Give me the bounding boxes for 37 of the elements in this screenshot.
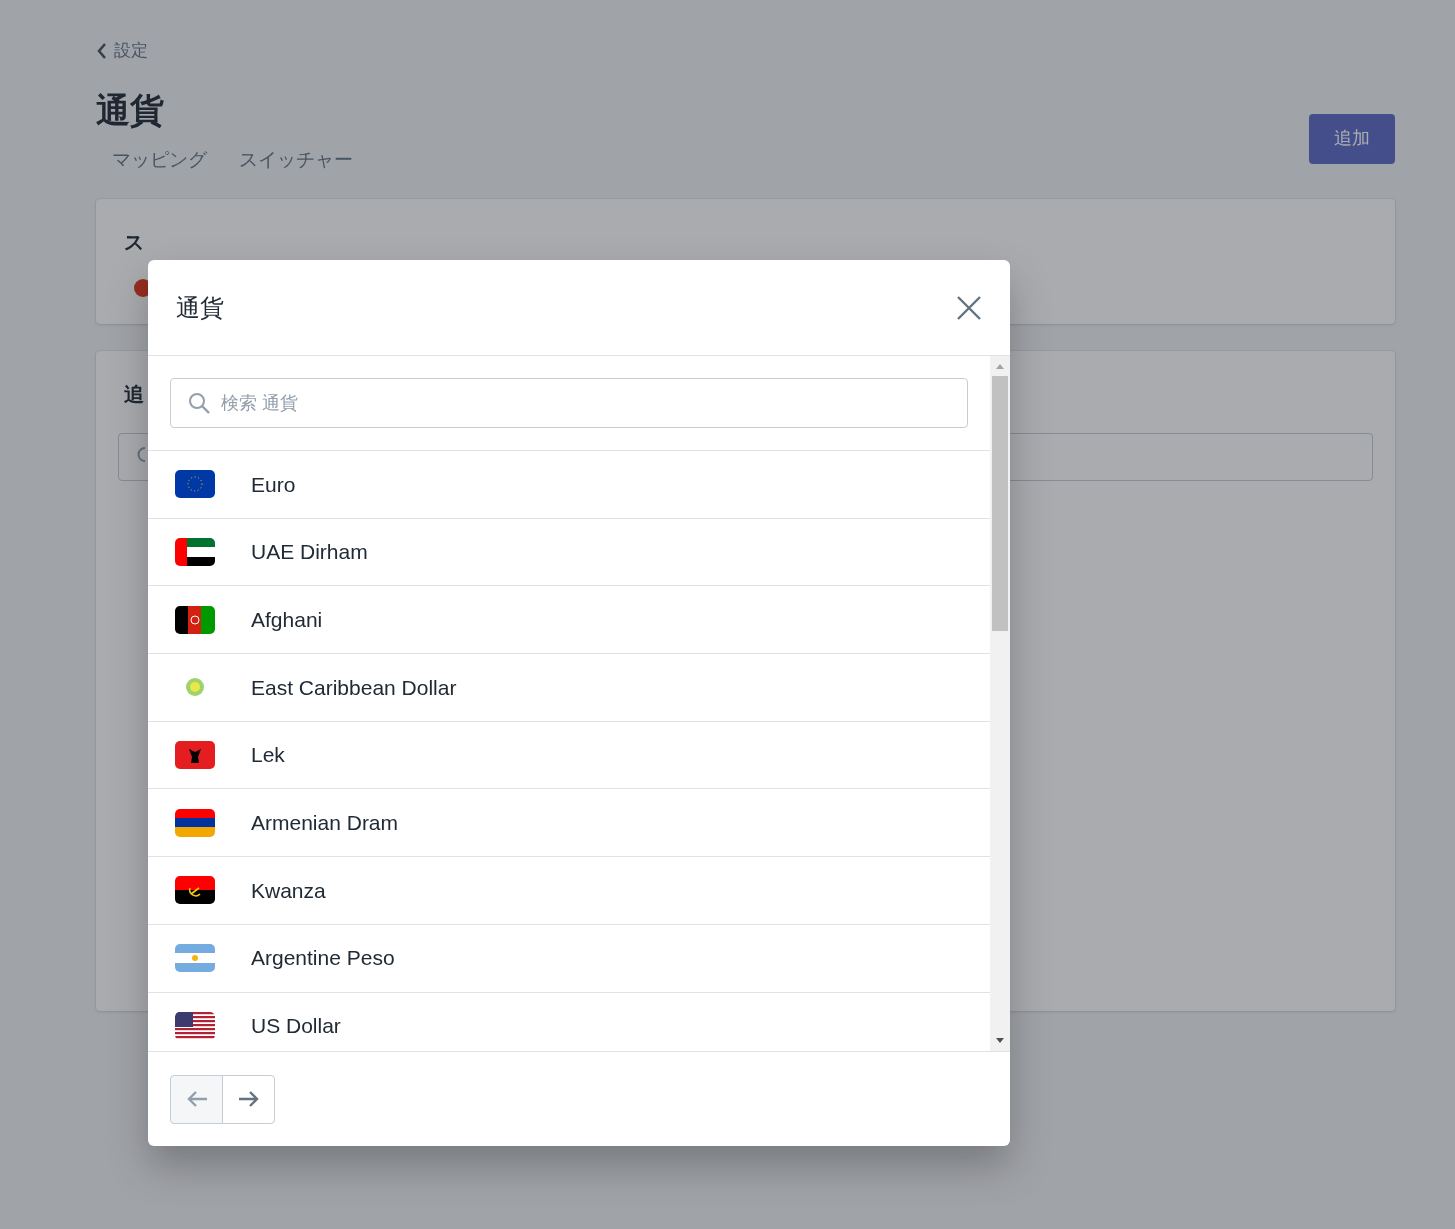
currency-item[interactable]: Afghani bbox=[148, 585, 990, 654]
page-title: 通貨 bbox=[96, 89, 165, 131]
flag-icon bbox=[175, 470, 215, 499]
currency-name: Euro bbox=[251, 471, 296, 498]
flag-icon bbox=[175, 944, 215, 973]
card-title: 追 bbox=[124, 381, 144, 407]
flag-icon bbox=[175, 538, 215, 567]
currency-item[interactable]: US Dollar bbox=[148, 991, 990, 1051]
currency-item[interactable]: Armenian Dram bbox=[148, 788, 990, 857]
flag-icon bbox=[175, 808, 215, 837]
currency-item[interactable]: Euro bbox=[148, 450, 990, 518]
currency-item[interactable]: Lek bbox=[148, 720, 990, 789]
scrollbar[interactable] bbox=[990, 356, 1010, 1051]
currency-name: Kwanza bbox=[251, 877, 326, 904]
currency-item[interactable]: East Caribbean Dollar bbox=[148, 653, 990, 721]
currency-name: UAE Dirham bbox=[251, 539, 368, 566]
search-icon bbox=[137, 447, 145, 463]
currency-name: Argentine Peso bbox=[251, 945, 395, 972]
currency-name: US Dollar bbox=[251, 1013, 341, 1040]
flag-icon bbox=[175, 741, 215, 770]
dialog-title: 通貨 bbox=[176, 292, 224, 323]
search-field[interactable]: 検索 通貨 bbox=[170, 378, 968, 428]
card-title: ス bbox=[124, 229, 144, 255]
currency-name: Armenian Dram bbox=[251, 810, 399, 837]
flag-icon bbox=[175, 876, 215, 905]
chevron-left-icon bbox=[96, 41, 108, 60]
flag-icon bbox=[175, 1011, 215, 1040]
close-button[interactable] bbox=[956, 294, 982, 321]
currency-name: East Caribbean Dollar bbox=[251, 674, 457, 701]
currency-item[interactable]: UAE Dirham bbox=[148, 517, 990, 586]
currency-name: Afghani bbox=[251, 606, 323, 633]
scroll-down-icon[interactable] bbox=[996, 1038, 1004, 1043]
flag-icon bbox=[175, 605, 215, 634]
currency-item[interactable]: Kwanza bbox=[148, 856, 990, 924]
currency-name: Lek bbox=[251, 742, 285, 769]
currency-item[interactable]: Argentine Peso bbox=[148, 923, 990, 992]
next-button[interactable] bbox=[222, 1074, 275, 1124]
